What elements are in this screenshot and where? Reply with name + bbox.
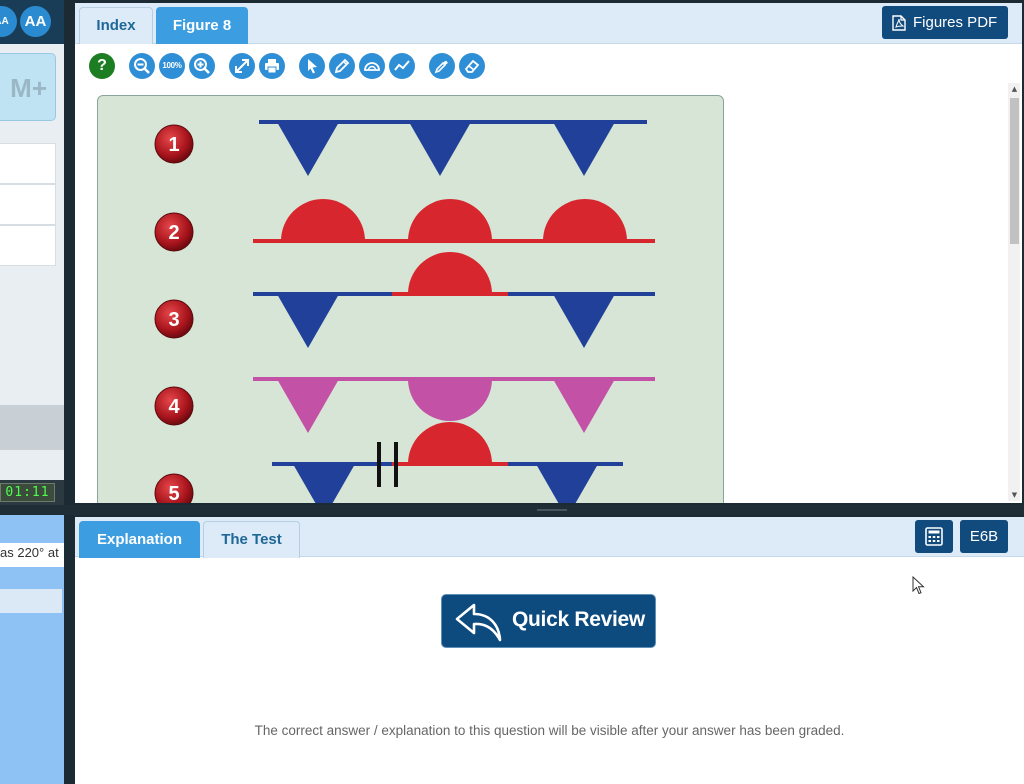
calculator-icon [925,527,943,546]
decrease-font-button[interactable]: AA [0,6,17,37]
row-number-label: 3 [168,309,179,331]
calculator-button[interactable] [915,520,953,553]
increase-font-button[interactable]: AA [20,6,51,37]
quick-review-label: Quick Review [512,608,645,631]
zoom-out-icon [134,58,150,74]
front-semicircle-below [408,379,492,421]
countdown-timer: 01:11 [0,483,55,502]
zoom-out-button[interactable] [129,53,155,79]
timer-bar: 01:11 [0,480,64,505]
figure-scrollbar-thumb[interactable] [1010,98,1019,244]
scroll-down-icon[interactable]: ▼ [1010,491,1019,499]
warm-front-semicircle [281,199,365,241]
weather-fronts-figure: 1 2 3 4 5 [154,120,655,503]
front-break-marker [394,442,398,487]
quick-review-button[interactable]: Quick Review [441,594,656,648]
zoom-100-button[interactable]: 100% [159,53,185,79]
cold-front-triangle [536,464,598,503]
answer-option-highlight[interactable] [0,589,62,613]
splitter-grip-icon[interactable] [537,509,567,511]
figure-toolbar: ? 100% [75,51,1022,81]
left-sidebar-bottom: as 220° at [0,515,64,784]
fit-screen-icon [235,59,249,73]
pdf-file-icon [892,15,906,31]
eraser-button[interactable] [459,53,485,79]
row-number-label: 2 [168,222,179,244]
explanation-tab-bar: Explanation The Test E6B [75,517,1024,558]
protractor-icon [364,62,380,71]
warm-front-semicircle [408,252,492,294]
figure-canvas[interactable]: 1 2 3 4 5 [97,95,724,503]
cold-front-triangle [553,122,615,176]
print-icon [265,59,279,74]
figures-pdf-button[interactable]: Figures PDF [882,6,1008,39]
pointer-icon [308,59,317,74]
font-size-bar: AA AA [0,0,64,44]
panel-splitter[interactable] [0,505,1024,515]
zoom-100-icon: 100% [162,61,182,70]
cold-front-triangle [409,122,471,176]
cold-front-triangle [293,464,355,503]
cold-front-triangle [553,379,615,433]
pointer-button[interactable] [299,53,325,79]
tab-the-test[interactable]: The Test [203,521,300,558]
pencil-icon [334,58,350,74]
explanation-panel: Explanation The Test E6B Quick Review Th… [75,517,1024,784]
memory-plus-button[interactable]: M+ [0,53,56,121]
cold-front-triangle [553,294,615,348]
cold-front-triangle [277,294,339,348]
cold-front-triangle [277,122,339,176]
mouse-cursor-icon [912,576,925,595]
figure-tab-bar: Index Figure 8 Figures PDF [75,3,1022,44]
fit-screen-button[interactable] [229,53,255,79]
protractor-button[interactable] [359,53,385,79]
tab-index[interactable]: Index [79,7,153,44]
color-picker-button[interactable] [429,53,455,79]
print-button[interactable] [259,53,285,79]
freehand-line-button[interactable] [389,53,415,79]
scroll-up-icon[interactable]: ▲ [1010,85,1019,93]
left-sidebar-top: AA AA M+ 01:11 [0,0,64,505]
row-number-label: 4 [168,396,180,418]
tab-explanation[interactable]: Explanation [79,521,200,558]
zoom-in-button[interactable] [189,53,215,79]
warm-front-semicircle [543,199,627,241]
left-list-item[interactable] [0,225,56,266]
freehand-line-icon [394,60,410,71]
explanation-locked-message: The correct answer / explanation to this… [254,723,845,738]
e6b-computer-button[interactable]: E6B [960,520,1008,553]
reply-arrow-icon [455,603,502,642]
warm-front-semicircle [408,422,492,464]
zoom-in-icon [194,58,210,74]
left-gray-block [0,405,64,450]
tab-figure-8[interactable]: Figure 8 [156,7,248,44]
cold-front-triangle [277,379,339,433]
figure-panel: Index Figure 8 Figures PDF ? 100% 1 2 3 … [75,3,1022,503]
left-list-item[interactable] [0,184,56,225]
warm-front-semicircle [408,199,492,241]
left-list-item[interactable] [0,143,56,184]
row-number-label: 1 [168,134,179,156]
color-picker-icon [434,60,448,74]
front-break-marker [377,442,381,487]
pencil-button[interactable] [329,53,355,79]
eraser-icon [464,59,480,73]
help-icon: ? [97,57,107,74]
figures-pdf-label: Figures PDF [913,14,998,31]
help-button[interactable]: ? [89,53,115,79]
row-number-label: 5 [168,483,179,503]
question-text-snippet: as 220° at [0,543,64,567]
